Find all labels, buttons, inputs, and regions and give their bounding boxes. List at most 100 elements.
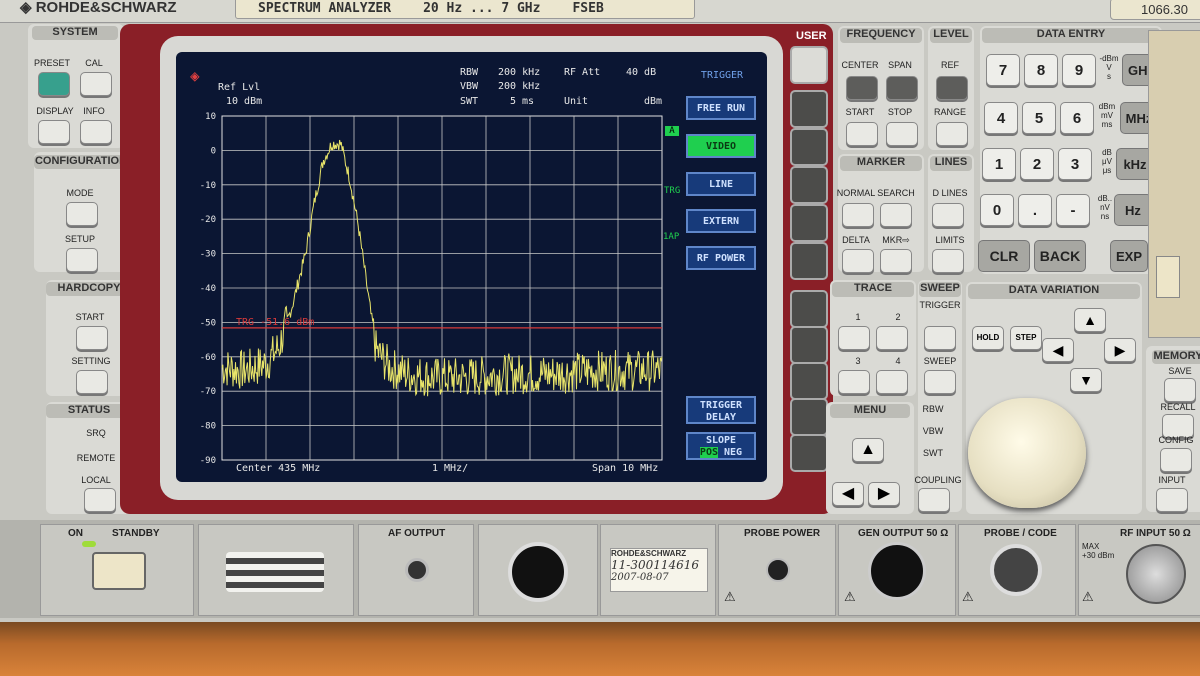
exp-button[interactable]: EXP — [1110, 240, 1148, 272]
menu-up-icon[interactable]: ▲ — [852, 438, 884, 462]
back-button[interactable]: BACK — [1034, 240, 1086, 272]
lines-title: LINES — [930, 156, 972, 171]
key-1[interactable]: 1 — [982, 148, 1016, 180]
spectrum-plot: 10 0 -10 -20 -30 -40 -50 -60 -70 -80 -90 TRG -51.6 … — [200, 112, 663, 466]
center-button[interactable] — [846, 76, 878, 100]
save-button[interactable] — [1164, 378, 1196, 402]
mode-button[interactable] — [66, 202, 98, 226]
key-0[interactable]: 0 — [980, 194, 1014, 226]
input-button[interactable] — [1156, 488, 1188, 512]
rotary-knob[interactable] — [968, 398, 1086, 508]
memory-title: MEMORY — [1152, 350, 1200, 364]
side-softkey-3[interactable] — [790, 166, 828, 204]
trigger-button[interactable] — [924, 326, 956, 350]
y-tick-label: 10 — [205, 112, 216, 122]
hold-button[interactable]: HOLD — [972, 326, 1004, 350]
span-button[interactable] — [886, 76, 918, 100]
trace-a-indicator: A — [665, 126, 679, 136]
start-freq-button[interactable] — [846, 122, 878, 146]
stop-button[interactable] — [886, 122, 918, 146]
softkey-trigger-delay[interactable]: TRIGGER DELAY — [686, 396, 756, 424]
key-9[interactable]: 9 — [1062, 54, 1096, 86]
key-5[interactable]: 5 — [1022, 102, 1056, 134]
softkey-line[interactable]: LINE — [686, 172, 756, 196]
1ap-indicator: 1AP — [663, 232, 680, 242]
arrow-right-icon[interactable]: ▶ — [1104, 338, 1136, 362]
menu-right-icon[interactable]: ▶ — [868, 482, 900, 506]
menu-left-icon[interactable]: ◀ — [832, 482, 864, 506]
softkey-free-run[interactable]: FREE RUN — [686, 96, 756, 120]
key-8[interactable]: 8 — [1024, 54, 1058, 86]
info-button[interactable] — [80, 120, 112, 144]
rf-input-connector[interactable] — [1126, 544, 1186, 604]
key-6[interactable]: 6 — [1060, 102, 1094, 134]
trg-indicator: TRG — [664, 186, 681, 196]
arrow-left-icon[interactable]: ◀ — [1042, 338, 1074, 362]
key-3[interactable]: 3 — [1058, 148, 1092, 180]
power-switch[interactable] — [92, 552, 146, 590]
probe-power-jack[interactable] — [766, 558, 790, 582]
key-4[interactable]: 4 — [984, 102, 1018, 134]
hardcopy-setting-button[interactable] — [76, 370, 108, 394]
key-2[interactable]: 2 — [1020, 148, 1054, 180]
ref-button[interactable] — [936, 76, 968, 100]
side-softkey-8[interactable] — [790, 362, 828, 400]
display-button[interactable] — [38, 120, 70, 144]
key-minus[interactable]: - — [1056, 194, 1090, 226]
side-softkey-10[interactable] — [790, 434, 828, 472]
side-softkey-2[interactable] — [790, 128, 828, 166]
side-softkey-1[interactable] — [790, 90, 828, 128]
slope-neg: NEG — [724, 447, 743, 458]
limits-button[interactable] — [932, 249, 964, 273]
cal-button[interactable] — [80, 72, 112, 96]
setup-button[interactable] — [66, 248, 98, 272]
softkey-slope[interactable]: SLOPE POS NEG — [686, 432, 756, 460]
hz-button[interactable]: Hz — [1114, 194, 1152, 226]
hardcopy-start-button[interactable] — [76, 326, 108, 350]
softkey-rf-power[interactable]: RF POWER — [686, 246, 756, 270]
sticker-ref: 11-300114616 — [611, 558, 700, 572]
trace-4-button[interactable] — [876, 370, 908, 394]
data-entry-title: DATA ENTRY — [982, 28, 1160, 43]
step-button[interactable]: STEP — [1010, 326, 1042, 350]
trace-1-button[interactable] — [838, 326, 870, 350]
af-output-jack[interactable] — [405, 558, 429, 582]
recall-label: RECALL — [1160, 402, 1196, 412]
search-button[interactable] — [880, 203, 912, 227]
config-button[interactable] — [1160, 448, 1192, 472]
side-softkey-9[interactable] — [790, 398, 828, 436]
warning-icon: ⚠ — [1082, 590, 1094, 605]
on-led — [82, 541, 96, 547]
range-button[interactable] — [936, 122, 968, 146]
clr-button[interactable]: CLR — [978, 240, 1030, 272]
floppy-eject-button[interactable] — [1156, 256, 1180, 298]
key-7[interactable]: 7 — [986, 54, 1020, 86]
trace-2-button[interactable] — [876, 326, 908, 350]
user-button[interactable] — [790, 46, 828, 84]
preset-button[interactable] — [38, 72, 70, 96]
trace-3-button[interactable] — [838, 370, 870, 394]
y-tick-label: -70 — [200, 387, 216, 397]
key-decimal[interactable]: . — [1018, 194, 1052, 226]
y-tick-label: -50 — [200, 318, 216, 328]
side-softkey-5[interactable] — [790, 242, 828, 280]
local-button[interactable] — [84, 488, 116, 512]
delta-button[interactable] — [842, 249, 874, 273]
normal-button[interactable] — [842, 203, 874, 227]
side-softkey-4[interactable] — [790, 204, 828, 242]
probe-code-connector[interactable] — [990, 544, 1042, 596]
arrow-up-icon[interactable]: ▲ — [1074, 308, 1106, 332]
d-lines-button[interactable] — [932, 203, 964, 227]
coupling-button[interactable] — [918, 488, 950, 512]
y-tick-label: 0 — [211, 146, 216, 156]
side-softkey-7[interactable] — [790, 326, 828, 364]
arrow-down-icon[interactable]: ▼ — [1070, 368, 1102, 392]
side-softkey-6[interactable] — [790, 290, 828, 328]
preset-label: PRESET — [33, 58, 70, 68]
softkey-extern[interactable]: EXTERN — [686, 209, 756, 233]
gen-output-port[interactable] — [868, 542, 926, 600]
sweep-button[interactable] — [924, 370, 956, 394]
softkey-video[interactable]: VIDEO — [686, 134, 756, 158]
slope-label: SLOPE — [705, 435, 737, 446]
mkr-button[interactable] — [880, 249, 912, 273]
